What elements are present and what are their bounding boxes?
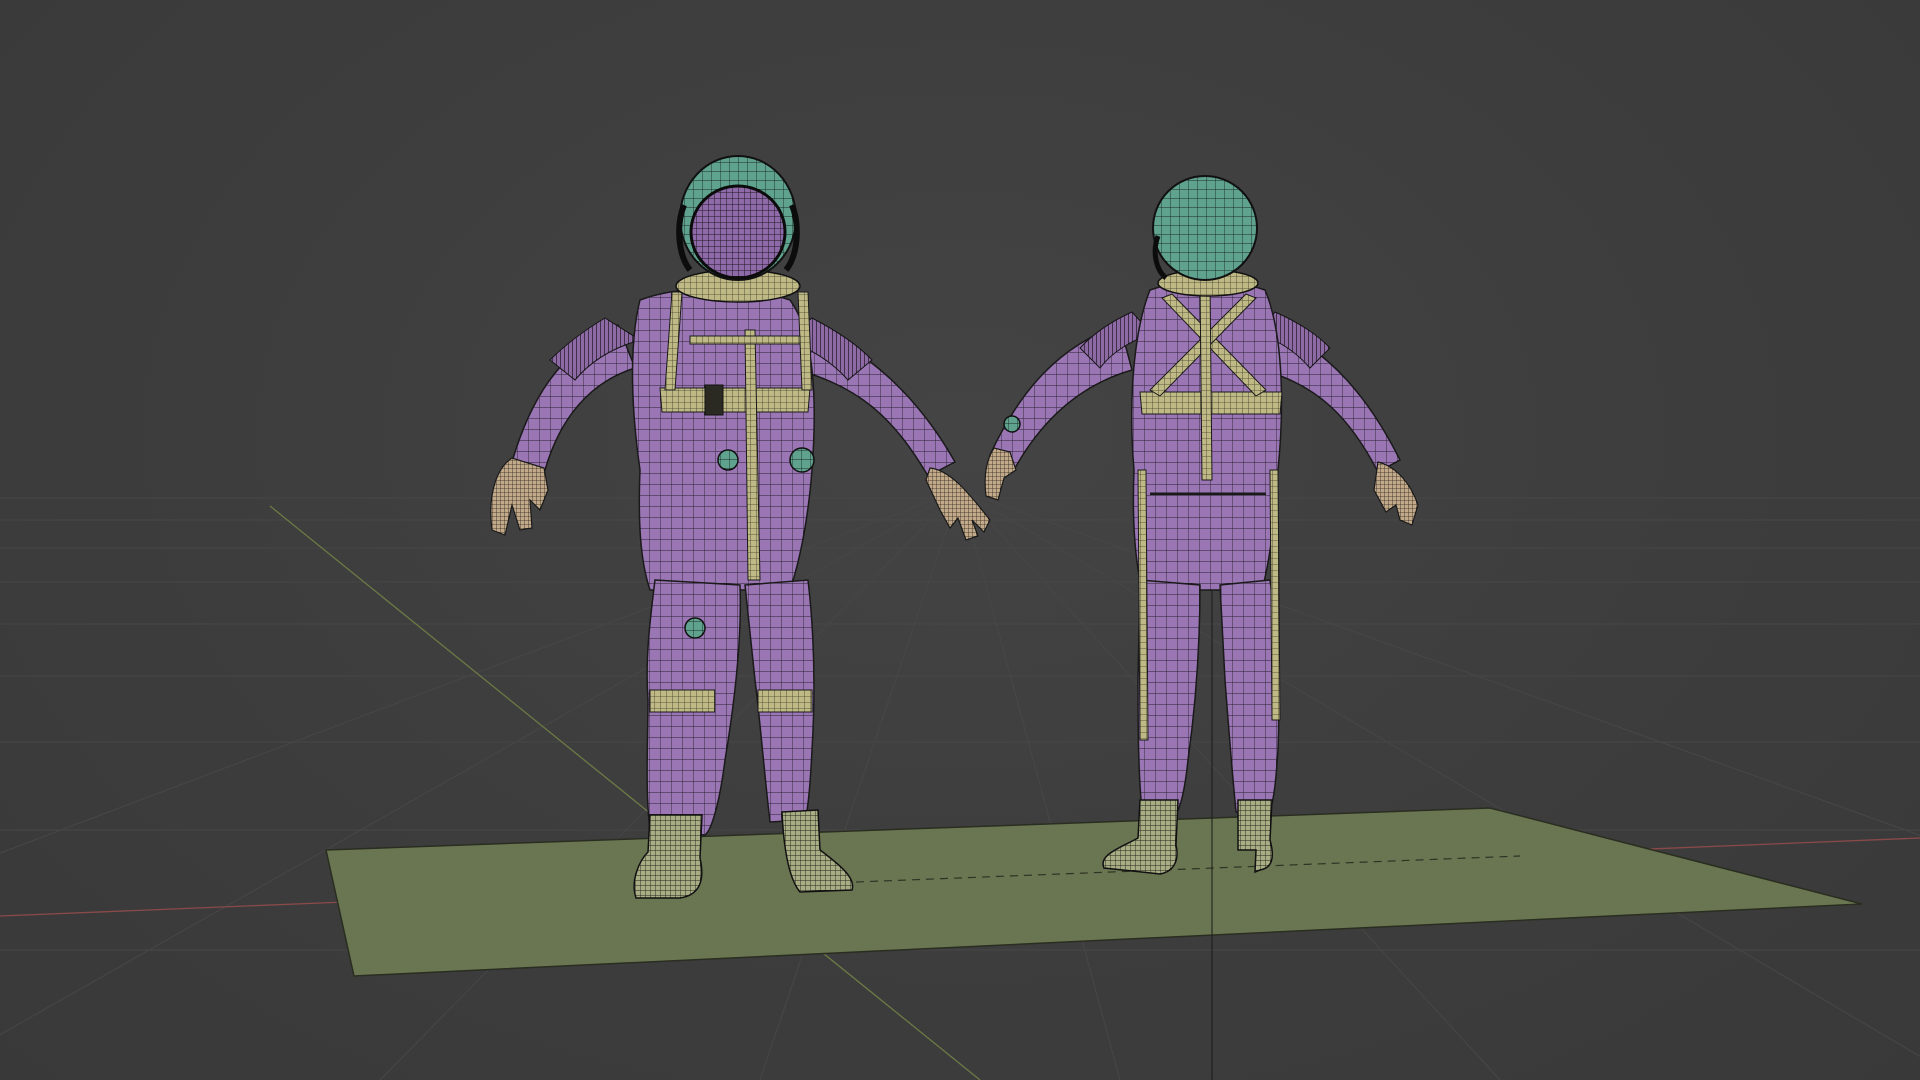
back-center-strap xyxy=(1199,279,1213,481)
front-left-glove xyxy=(490,457,549,536)
back-right-leg xyxy=(1219,579,1280,813)
astronaut-back[interactable] xyxy=(984,175,1419,875)
back-right-leg-strap xyxy=(1269,469,1281,721)
front-chest-fitting-right xyxy=(789,447,815,473)
front-chest-fitting-left xyxy=(717,449,739,471)
front-thigh-fitting xyxy=(684,617,706,639)
back-right-glove xyxy=(1373,461,1419,526)
back-wrist-fitting xyxy=(1003,415,1021,433)
back-helmet xyxy=(1152,175,1258,281)
viewport-canvas[interactable] xyxy=(0,0,1920,1080)
front-visor xyxy=(689,184,787,280)
y-axis-line xyxy=(269,505,981,1080)
front-right-knee-strap xyxy=(757,689,813,713)
astronaut-front[interactable] xyxy=(490,155,991,899)
back-left-leg-strap xyxy=(1137,469,1149,741)
front-buckle xyxy=(704,384,724,416)
ground-plane[interactable] xyxy=(325,807,1863,977)
3d-viewport[interactable] xyxy=(0,0,1920,1080)
front-torso xyxy=(631,288,815,591)
front-chest-strap xyxy=(659,387,811,413)
front-left-boot xyxy=(633,814,703,899)
front-neck-strap xyxy=(689,335,801,345)
back-right-arm xyxy=(1261,323,1401,474)
front-left-knee-strap xyxy=(649,689,716,713)
floor-grid xyxy=(0,489,1920,1080)
back-left-glove xyxy=(984,447,1017,501)
